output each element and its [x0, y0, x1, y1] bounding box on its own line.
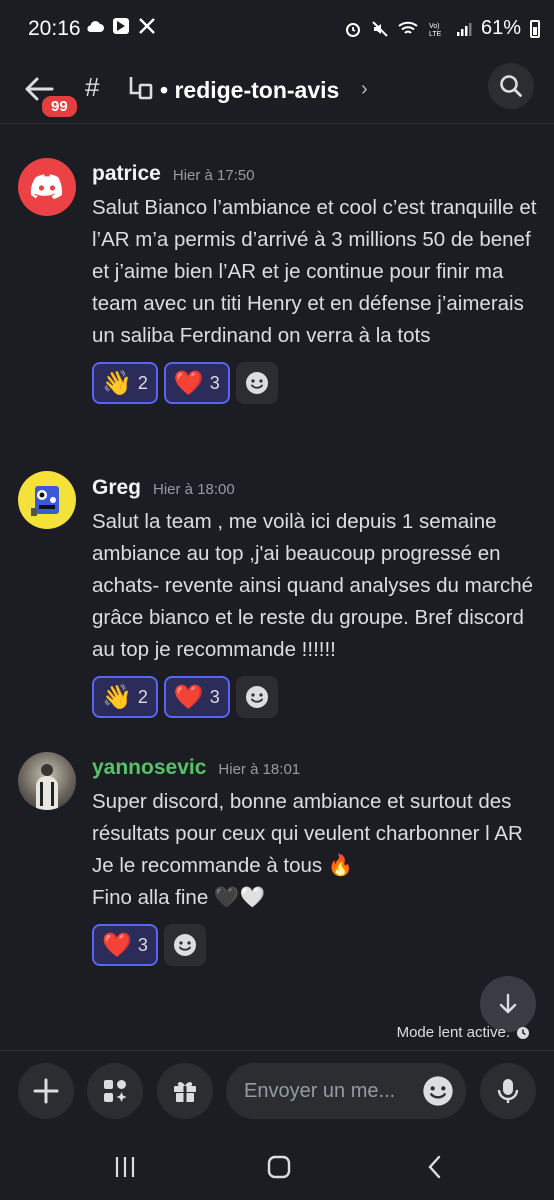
message-author[interactable]: Greg — [92, 476, 141, 500]
emoji-picker-icon[interactable] — [422, 1075, 454, 1107]
add-reaction-button[interactable] — [163, 924, 206, 966]
plus-icon — [33, 1078, 59, 1104]
reaction-wave[interactable]: 👋 2 — [92, 676, 158, 718]
channel-title[interactable]: • redige-ton-avis — [160, 77, 339, 104]
heart-emoji-icon: ❤️ — [102, 931, 132, 959]
microphone-icon — [497, 1079, 519, 1103]
heart-emoji-icon: ❤️ — [173, 369, 204, 397]
reaction-count: 2 — [137, 372, 148, 393]
reaction-count: 3 — [209, 686, 220, 707]
wifi-call-icon — [398, 21, 418, 34]
arrow-down-icon — [499, 993, 517, 1014]
message-text: Super discord, bonne ambiance et surtout… — [92, 790, 523, 909]
add-reaction-button[interactable] — [235, 676, 278, 718]
home-icon — [267, 1155, 291, 1179]
smiley-icon — [245, 686, 268, 708]
avatar[interactable] — [18, 752, 76, 810]
system-navigation-bar — [0, 1134, 554, 1200]
message-timestamp: Hier à 17:50 — [172, 167, 255, 184]
reaction-heart[interactable]: ❤️ 3 — [163, 362, 230, 404]
message-timestamp: Hier à 18:00 — [153, 481, 235, 498]
battery-percent: 61% — [480, 17, 521, 39]
reaction-wave[interactable]: 👋 2 — [92, 362, 158, 404]
channel-name-text: redige-ton-avis — [174, 77, 340, 103]
reaction-heart[interactable]: ❤️ 3 — [92, 924, 158, 966]
gift-icon — [174, 1082, 196, 1102]
reactions: 👋 2 ❤️ 3 — [92, 362, 538, 404]
gift-button[interactable] — [157, 1063, 213, 1119]
smiley-icon — [173, 934, 196, 956]
reaction-count: 2 — [137, 686, 148, 707]
wave-emoji-icon: 👋 — [102, 369, 132, 397]
wave-emoji-icon: 👋 — [102, 683, 132, 711]
message-text: Salut la team , me voilà ici depuis 1 se… — [92, 510, 534, 661]
voice-message-button[interactable] — [480, 1063, 536, 1119]
message-input[interactable] — [244, 1079, 409, 1103]
mute-icon — [372, 20, 388, 37]
reaction-count: 3 — [137, 934, 148, 955]
heart-emoji-icon: ❤️ — [173, 683, 204, 711]
home-button[interactable] — [259, 1150, 299, 1184]
discord-logo-icon — [30, 174, 63, 199]
message-text: Salut Bianco l’ambiance et cool c’est tr… — [92, 196, 537, 347]
battery-icon — [530, 19, 540, 38]
message-composer — [0, 1050, 554, 1134]
search-icon — [500, 75, 522, 97]
attach-button[interactable] — [18, 1063, 74, 1119]
alarm-icon — [345, 22, 360, 37]
smiley-icon — [245, 372, 268, 394]
reaction-count: 3 — [209, 372, 220, 393]
message-author[interactable]: yannosevic — [92, 756, 206, 780]
sparkle-apps-icon — [104, 1080, 127, 1102]
svg-text:Vo): Vo) — [429, 23, 440, 30]
slowmode-indicator: Mode lent active. — [397, 1024, 530, 1041]
avatar[interactable] — [18, 471, 76, 529]
channel-header: 99 # • redige-ton-avis › — [0, 58, 554, 124]
recents-button[interactable] — [105, 1150, 145, 1184]
player-photo-icon — [36, 764, 58, 810]
add-reaction-button[interactable] — [235, 362, 278, 404]
reactions: ❤️ 3 — [92, 924, 538, 966]
thread-icon — [129, 77, 153, 100]
timer-icon — [517, 1026, 529, 1039]
recents-icon — [115, 1157, 135, 1177]
robot-avatar-icon — [31, 486, 59, 516]
apps-button[interactable] — [87, 1063, 143, 1119]
chevron-right-icon: › — [361, 78, 368, 100]
reaction-heart[interactable]: ❤️ 3 — [163, 676, 230, 718]
nav-back-button[interactable] — [415, 1150, 455, 1184]
message-author[interactable]: patrice — [92, 162, 161, 186]
signal-icon — [456, 22, 472, 36]
slowmode-text: Mode lent active. — [396, 1024, 510, 1041]
title-bullet: • — [160, 77, 169, 103]
unread-badge: 99 — [39, 93, 80, 120]
status-time: 20:16 — [28, 17, 81, 40]
app-icon — [113, 18, 129, 34]
chevron-left-icon — [428, 1155, 441, 1179]
cloud-icon — [87, 21, 104, 32]
message-timestamp: Hier à 18:01 — [218, 761, 301, 778]
channel-hash-icon: # — [85, 72, 100, 102]
volte-icon: Vo)LTE — [429, 23, 442, 38]
reactions: 👋 2 ❤️ 3 — [92, 676, 538, 718]
avatar[interactable] — [18, 158, 76, 216]
x-icon — [139, 18, 155, 34]
search-button[interactable] — [488, 63, 534, 109]
svg-text:LTE: LTE — [429, 31, 442, 38]
message-input-wrap[interactable] — [226, 1063, 466, 1119]
status-bar: 20:16 Vo) LTE 61% — [0, 0, 554, 58]
